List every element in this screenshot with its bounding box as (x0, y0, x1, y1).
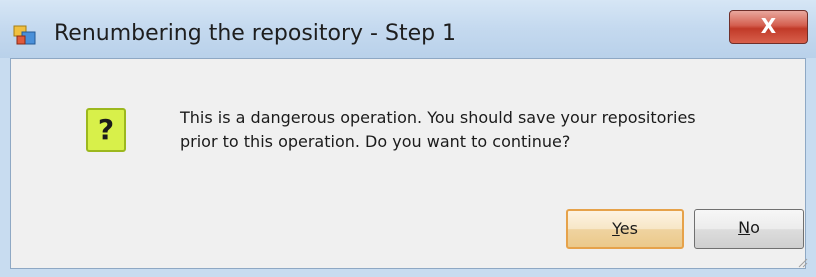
no-button[interactable]: No (694, 209, 804, 249)
question-icon: ? (86, 108, 126, 152)
close-button[interactable]: X (729, 10, 808, 44)
close-icon: X (760, 14, 777, 38)
title-bar[interactable]: Renumbering the repository - Step 1 X (0, 0, 816, 58)
yes-button[interactable]: Yes (566, 209, 684, 249)
dialog-message: This is a dangerous operation. You shoul… (180, 106, 780, 154)
no-label-rest: o (750, 218, 760, 237)
yes-mnemonic: Y (612, 219, 620, 238)
resize-grip-icon[interactable] (796, 256, 808, 268)
message-line-1: This is a dangerous operation. You shoul… (180, 108, 696, 127)
yes-label-rest: es (619, 219, 638, 238)
dialog-window: Renumbering the repository - Step 1 X ? … (0, 0, 816, 277)
message-line-2: prior to this operation. Do you want to … (180, 132, 571, 151)
no-mnemonic: N (738, 218, 751, 237)
window-title: Renumbering the repository - Step 1 (54, 21, 457, 46)
dialog-content (10, 58, 806, 269)
app-icon (13, 25, 36, 45)
